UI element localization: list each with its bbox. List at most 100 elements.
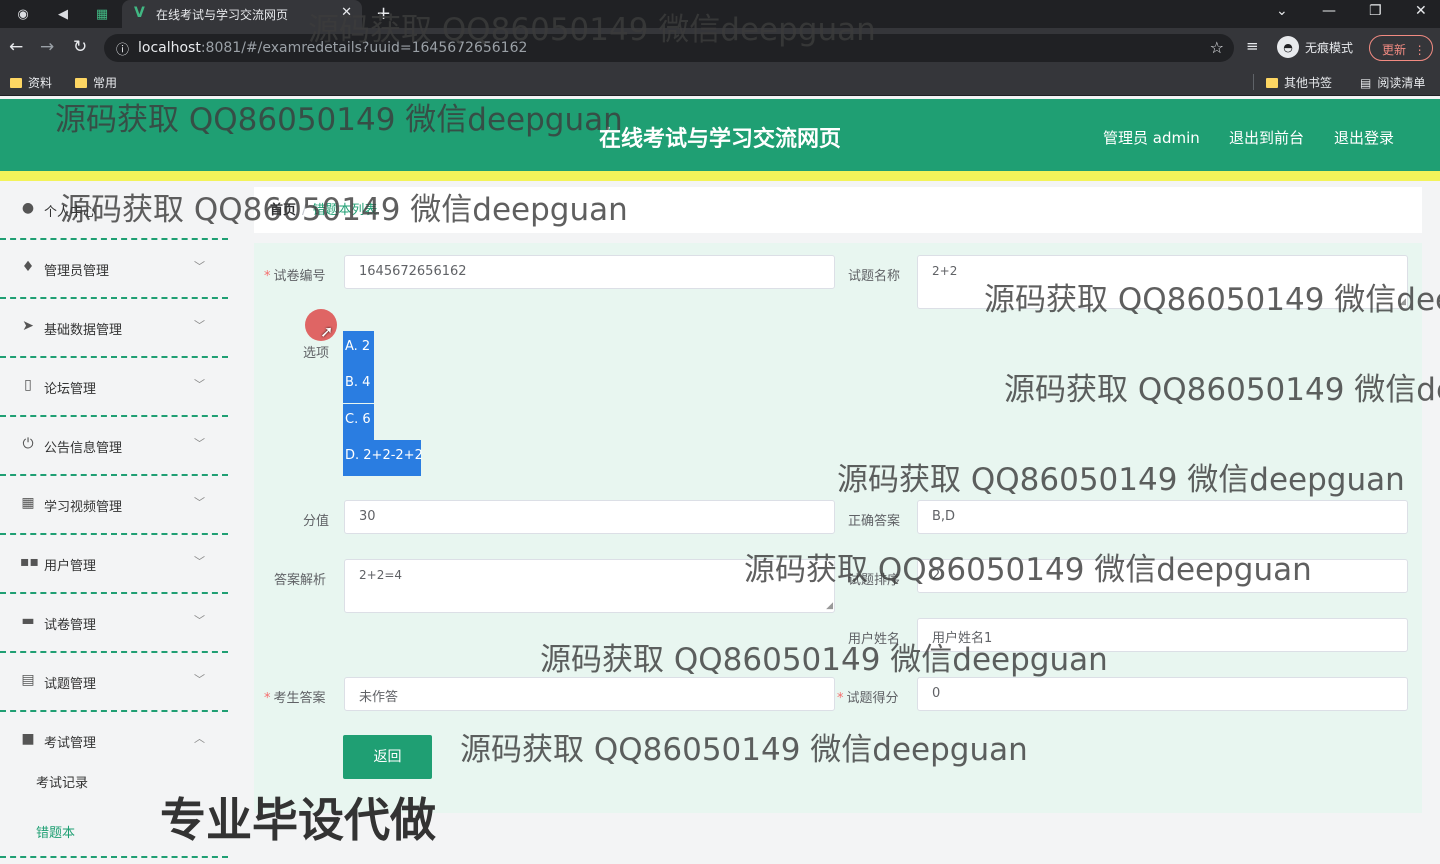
active-tab[interactable]: V 在线考试与学习交流网页 ✕ <box>122 0 362 28</box>
grid-icon: ▦ <box>21 495 35 511</box>
sidebar-item-video[interactable]: ▦ 学习视频管理 ﹀ <box>0 476 228 535</box>
restore-button[interactable]: ❐ <box>1369 3 1382 19</box>
breadcrumb-home[interactable]: 首页 <box>270 203 296 218</box>
reading-list-icon: ▤ <box>1360 75 1372 90</box>
user-name-label: 用户姓名 <box>848 632 901 647</box>
header-accent-bar <box>0 171 1440 181</box>
reading-list[interactable]: ▤ 阅读清单 <box>1360 74 1425 91</box>
chevron-down-icon: ﹀ <box>194 319 205 332</box>
sidebar-item-papers[interactable]: ▬ 试卷管理 ﹀ <box>0 594 228 653</box>
chevron-down-icon: ﹀ <box>194 614 205 627</box>
reload-icon[interactable]: ↻ <box>73 37 87 57</box>
url-text: localhost:8081/#/examredetails?uuid=1645… <box>138 40 528 56</box>
close-tab-icon[interactable]: ✕ <box>341 5 352 20</box>
admin-user-link[interactable]: 管理员 admin <box>1103 127 1200 148</box>
question-name-label: 试题名称 <box>848 269 901 284</box>
update-button[interactable]: 更新 ⋮ <box>1369 35 1433 61</box>
vue-logo-icon: V <box>134 5 145 21</box>
bulb-icon: ♦ <box>21 259 35 275</box>
sidebar-item-label: 论坛管理 <box>44 382 97 397</box>
student-answer-input[interactable]: 未作答 <box>344 677 835 711</box>
student-answer-label: * 考生答案 <box>264 691 326 706</box>
sidebar-item-admin[interactable]: ♦ 管理员管理 ﹀ <box>0 240 228 299</box>
paper-no-input[interactable]: 1645672656162 <box>344 255 835 289</box>
correct-answer-label: 正确答案 <box>848 514 901 529</box>
sidebar-item-personal[interactable]: ● 个人中心 <box>0 181 228 240</box>
question-score-input[interactable]: 0 <box>917 677 1408 711</box>
order-label: 试题排序 <box>848 573 901 588</box>
bookmark-star-icon[interactable]: ☆ <box>1210 38 1224 57</box>
logout-link[interactable]: 退出登录 <box>1334 127 1394 148</box>
sidebar-subitem-exam-records[interactable]: 考试记录 <box>36 772 88 791</box>
front-page-link[interactable]: 退出到前台 <box>1229 127 1304 148</box>
incognito-indicator[interactable]: ◓ 无痕模式 <box>1277 36 1353 58</box>
chevron-down-icon: ﹀ <box>194 260 205 273</box>
send-icon: ➤ <box>22 318 34 334</box>
sidebar-item-forum[interactable]: ▯ 论坛管理 ﹀ <box>0 358 228 417</box>
analysis-textarea[interactable]: 2+2=4 ◢ <box>344 559 835 613</box>
chevron-up-icon: ︿ <box>194 732 205 745</box>
apps-icon: ▪▪ <box>20 554 39 570</box>
chevron-down-icon: ﹀ <box>194 673 205 686</box>
sidebar-item-exams[interactable]: ■ 考试管理 ︿ <box>0 712 228 771</box>
question-name-textarea[interactable]: 2+2 ◢ <box>917 255 1408 309</box>
incognito-label: 无痕模式 <box>1305 40 1354 55</box>
breadcrumb: 首页 / 错题本列表 <box>270 203 378 218</box>
forward-arrow-icon[interactable]: → <box>40 37 54 57</box>
site-info-icon[interactable]: ⓘ <box>116 39 129 58</box>
app-header: 在线考试与学习交流网页 管理员 admin 退出到前台 退出登录 <box>0 99 1440 171</box>
reading-list-icon[interactable]: ≡ <box>1246 37 1259 55</box>
sidebar-item-users[interactable]: ▪▪ 用户管理 ﹀ <box>0 535 228 594</box>
pinned-tab-icon[interactable]: ▦ <box>93 5 111 23</box>
chevron-down-icon: ﹀ <box>194 378 205 391</box>
sidebar-item-notice[interactable]: ⏻ 公告信息管理 ﹀ <box>0 417 228 476</box>
paper-no-label: * 试卷编号 <box>264 269 326 284</box>
user-name-input[interactable]: 用户姓名1 <box>917 618 1408 652</box>
options-label: 选项 <box>303 346 330 361</box>
option-d: D. 2+2-2+2 <box>343 440 423 476</box>
sidebar-item-label: 试题管理 <box>44 677 97 692</box>
user-icon: ● <box>21 200 35 216</box>
sidebar-item-questions[interactable]: ▤ 试题管理 ﹀ <box>0 653 228 712</box>
video-icon: ■ <box>21 731 35 747</box>
sidebar-item-label: 用户管理 <box>44 559 97 574</box>
sidebar: ● 个人中心 ♦ 管理员管理 ﹀ ➤ 基础数据管理 ﹀ ▯ 论坛管理 ﹀ ⏻ 公… <box>0 181 228 864</box>
close-window-button[interactable]: ✕ <box>1415 3 1427 19</box>
muted-tab-icon[interactable]: ◀ <box>54 5 72 23</box>
sidebar-subitem-wrong-book[interactable]: 错题本 <box>36 822 75 841</box>
bookmark-folder-ziliao[interactable]: 资料 <box>10 74 52 91</box>
folder-icon <box>1266 77 1278 88</box>
sidebar-item-label: 基础数据管理 <box>44 323 123 338</box>
score-label: 分值 <box>303 514 330 529</box>
new-tab-button[interactable]: + <box>376 3 391 24</box>
phone-icon: ▯ <box>24 377 32 393</box>
bookmark-folder-changyong[interactable]: 常用 <box>75 74 117 91</box>
score-input[interactable]: 30 <box>344 500 835 534</box>
option-b: B. 4 <box>343 367 374 403</box>
app-title: 在线考试与学习交流网页 <box>598 127 841 152</box>
browser-app-icon[interactable]: ◉ <box>14 5 32 23</box>
bookmark-separator <box>1253 74 1254 90</box>
chevron-down-icon: ﹀ <box>194 496 205 509</box>
sidebar-item-label: 公告信息管理 <box>44 441 123 456</box>
address-bar[interactable]: ⓘ localhost:8081/#/examredetails?uuid=16… <box>104 34 1234 62</box>
back-arrow-icon[interactable]: ← <box>9 37 23 57</box>
mouse-pointer-icon: ➚ <box>320 322 334 341</box>
correct-answer-input[interactable]: B,D <box>917 500 1408 534</box>
breadcrumb-current: 错题本列表 <box>312 203 378 218</box>
back-button[interactable]: 返回 <box>343 735 432 779</box>
breadcrumb-card: 首页 / 错题本列表 <box>254 187 1422 233</box>
chevron-down-icon: ﹀ <box>194 555 205 568</box>
order-input[interactable]: 2 <box>917 559 1408 593</box>
browser-tab-bar: ◉ ◀ ▦ V 在线考试与学习交流网页 ✕ + ⌄ — ❐ ✕ <box>0 0 1440 28</box>
sidebar-item-basic-data[interactable]: ➤ 基础数据管理 ﹀ <box>0 299 228 358</box>
tab-search-icon[interactable]: ⌄ <box>1276 3 1288 19</box>
option-c: C. 6 <box>343 404 374 440</box>
sidebar-item-label: 考试管理 <box>44 736 97 751</box>
other-bookmarks[interactable]: 其他书签 <box>1266 74 1332 91</box>
sidebar-divider <box>0 856 228 858</box>
browser-toolbar: ← → ↻ ⓘ localhost:8081/#/examredetails?u… <box>0 28 1440 68</box>
minimize-button[interactable]: — <box>1322 3 1336 19</box>
briefcase-icon: ▬ <box>21 613 35 629</box>
analysis-label: 答案解析 <box>274 573 327 588</box>
